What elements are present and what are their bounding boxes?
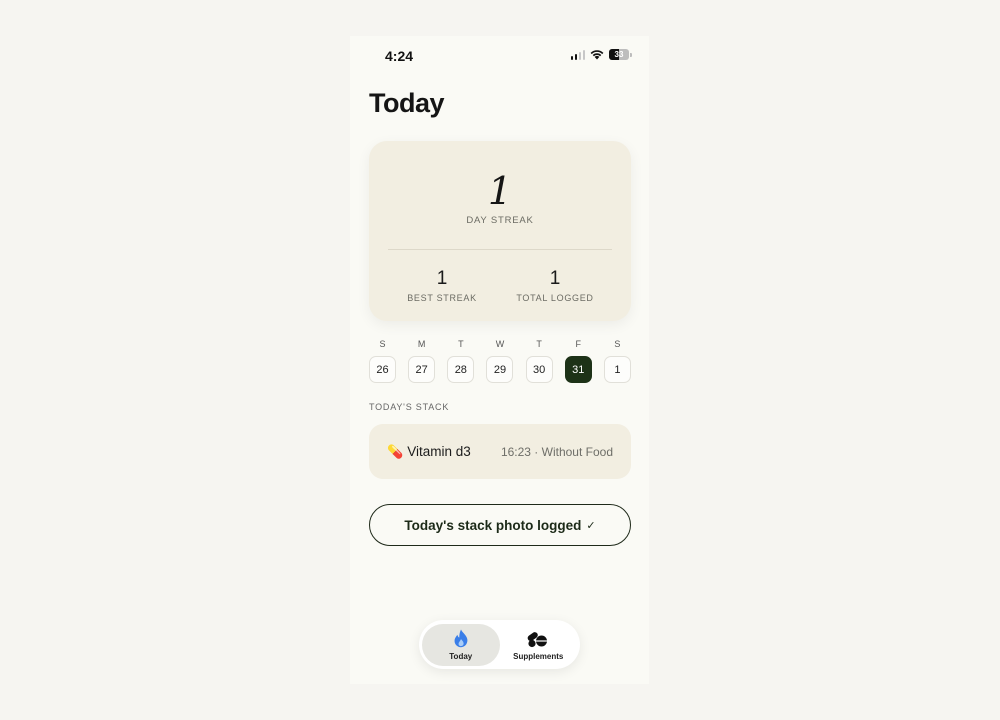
day-streak-value: 1	[487, 169, 513, 213]
day-button-selected[interactable]: 31	[564, 356, 592, 383]
day-letter: M	[417, 339, 426, 349]
total-logged-label: TOTAL LOGGED	[516, 293, 594, 303]
phone-screen: 4:24 33 Today 1 DAY STREAK 1 BEST STREAK	[350, 36, 649, 684]
day-letter: S	[614, 339, 621, 349]
page-title: Today	[369, 88, 445, 118]
supplement-schedule: 16:23 · Without Food	[500, 444, 613, 459]
day-button[interactable]: 29	[486, 356, 514, 383]
calendar-day: T 28	[447, 339, 475, 383]
wifi-icon	[590, 50, 604, 60]
week-calendar: S 26 M 27 T 28 W 29 T 30 F 31 S 1	[369, 339, 631, 383]
tab-supplements[interactable]: Supplements	[500, 624, 578, 666]
day-letter: T	[536, 339, 542, 349]
calendar-day: S 1	[603, 339, 631, 383]
stack-photo-logged-label: Today's stack photo logged	[404, 517, 582, 533]
status-time: 4:24	[385, 48, 414, 64]
total-logged-stat: 1 TOTAL LOGGED	[500, 268, 610, 303]
day-button[interactable]: 28	[447, 356, 475, 383]
calendar-day: S 26	[369, 339, 396, 383]
best-streak-value: 1	[436, 268, 448, 289]
tab-bar: Today Supplements	[419, 620, 580, 669]
checkmark-icon: ✓	[586, 519, 596, 532]
day-button[interactable]: 27	[408, 356, 436, 383]
status-bar: 4:24 33	[350, 36, 649, 76]
calendar-day: F 31	[564, 339, 592, 383]
flame-icon	[453, 629, 469, 649]
day-button[interactable]: 30	[525, 356, 553, 383]
day-button[interactable]: 26	[369, 356, 396, 383]
tab-today[interactable]: Today	[422, 623, 500, 666]
day-letter: T	[458, 339, 464, 349]
total-logged-value: 1	[549, 268, 561, 289]
day-letter: S	[379, 339, 386, 349]
day-button[interactable]: 1	[603, 356, 631, 383]
tab-supplements-label: Supplements	[513, 651, 564, 661]
tab-today-label: Today	[449, 651, 473, 661]
status-icons: 33	[570, 49, 632, 60]
day-streak-label: DAY STREAK	[466, 215, 534, 226]
streak-divider	[388, 249, 612, 250]
calendar-day: M 27	[408, 339, 436, 383]
pill-icon: 💊	[387, 443, 404, 459]
day-letter: F	[575, 339, 582, 349]
signal-icon	[570, 49, 585, 60]
stack-item[interactable]: 💊 Vitamin d3 16:23 · Without Food	[369, 424, 631, 479]
battery-icon: 33	[609, 49, 632, 60]
calendar-day: W 29	[486, 339, 514, 383]
calendar-day: T 30	[525, 339, 553, 383]
best-streak-label: BEST STREAK	[407, 293, 477, 303]
pills-icon	[526, 629, 550, 649]
day-letter: W	[495, 339, 505, 349]
todays-stack-label: TODAY'S STACK	[369, 402, 450, 412]
streak-card: 1 DAY STREAK 1 BEST STREAK 1 TOTAL LOGGE…	[369, 141, 631, 321]
stack-photo-logged-button[interactable]: Today's stack photo logged ✓	[369, 504, 631, 546]
best-streak-stat: 1 BEST STREAK	[387, 268, 497, 303]
supplement-name: Vitamin d3	[407, 444, 471, 459]
battery-level: 33	[614, 50, 624, 59]
